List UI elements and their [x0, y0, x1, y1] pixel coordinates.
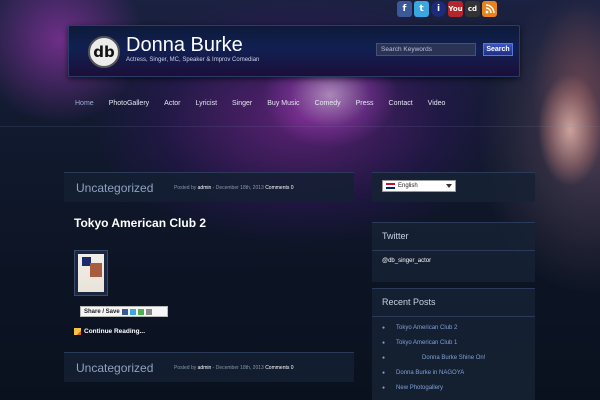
- post-thumbnail-image: [78, 254, 104, 292]
- twitter-handle[interactable]: @db_singer_actor: [382, 258, 431, 264]
- post-author[interactable]: admin: [198, 365, 212, 371]
- byline-prefix: Posted by: [174, 185, 198, 191]
- post-byline: Posted by admin - December 18th, 2013 Co…: [174, 365, 294, 371]
- youtube-icon[interactable]: You: [448, 1, 463, 17]
- twitter-icon[interactable]: t: [414, 1, 429, 17]
- site-header: db Donna Burke Actress, Singer, MC, Spea…: [68, 25, 520, 77]
- bullet-icon: ●: [382, 325, 386, 331]
- list-item[interactable]: ● Tokyo American Club 1: [382, 336, 485, 351]
- bullet-icon: ●: [382, 355, 386, 361]
- list-item[interactable]: ● New Photogallery: [382, 381, 485, 396]
- widget-title: Twitter: [382, 231, 409, 241]
- byline-prefix: Posted by: [174, 365, 198, 371]
- post-category[interactable]: Uncategorized: [76, 361, 153, 375]
- list-item[interactable]: ● Donna Burke in NAGOYA: [382, 366, 485, 381]
- nav-item-singer[interactable]: Singer: [232, 100, 252, 107]
- post-author[interactable]: admin: [198, 185, 212, 191]
- nav-item-lyricist[interactable]: Lyricist: [196, 100, 218, 107]
- share-twitter-icon: [129, 308, 136, 315]
- post-thumbnail[interactable]: [74, 250, 108, 296]
- recent-posts-list: ● Tokyo American Club 2 ● Tokyo American C…: [382, 321, 485, 396]
- facebook-icon[interactable]: f: [397, 1, 412, 17]
- language-widget: English: [372, 172, 535, 202]
- cdbaby-icon[interactable]: cd: [465, 1, 480, 17]
- site-title[interactable]: Donna Burke: [126, 34, 243, 57]
- site-tagline: Actress, Singer, MC, Speaker & Improv Co…: [126, 57, 260, 63]
- widget-title: Recent Posts: [382, 297, 436, 307]
- post-comments[interactable]: Comments 0: [265, 185, 293, 191]
- search-input[interactable]: [376, 43, 476, 56]
- nav-item-home[interactable]: Home: [75, 100, 94, 107]
- language-value: English: [398, 183, 418, 189]
- post-date: - December 18th, 2013: [211, 365, 266, 371]
- chevron-down-icon: [446, 184, 452, 188]
- uk-flag-icon: [386, 183, 395, 189]
- share-plus-icon: [145, 308, 152, 315]
- post-meta-bar: Uncategorized Posted by admin - December…: [64, 172, 354, 202]
- search-button[interactable]: Search: [483, 43, 513, 56]
- language-select[interactable]: English: [382, 180, 456, 192]
- site-logo[interactable]: db: [88, 36, 120, 68]
- list-item[interactable]: ● Donna Burke Shine On!: [382, 351, 485, 366]
- nav-item-actor[interactable]: Actor: [164, 100, 180, 107]
- social-icons: f t i You cd: [397, 1, 497, 17]
- recent-post-link[interactable]: Donna Burke Shine On!: [396, 351, 485, 366]
- nav-item-comedy[interactable]: Comedy: [315, 100, 341, 107]
- post-category[interactable]: Uncategorized: [76, 181, 153, 195]
- recent-post-link[interactable]: Tokyo American Club 1: [396, 336, 457, 351]
- list-item[interactable]: ● Tokyo American Club 2: [382, 321, 485, 336]
- post-byline: Posted by admin - December 18th, 2013 Co…: [174, 185, 294, 191]
- recent-post-link[interactable]: New Photogallery: [396, 381, 443, 396]
- recent-post-link[interactable]: Donna Burke in NAGOYA: [396, 366, 464, 381]
- recent-posts-widget: Recent Posts ● Tokyo American Club 2 ● Tok…: [372, 288, 535, 400]
- twitter-widget: Twitter @db_singer_actor: [372, 222, 535, 282]
- rss-icon[interactable]: [482, 1, 497, 17]
- nav-item-video[interactable]: Video: [428, 100, 446, 107]
- itunes-icon[interactable]: i: [431, 1, 446, 17]
- recent-post-link[interactable]: Tokyo American Club 2: [396, 321, 457, 336]
- continue-label: Continue Reading...: [84, 328, 146, 335]
- nav-item-buy-music[interactable]: Buy Music: [267, 100, 299, 107]
- share-save-button[interactable]: Share / Save: [80, 306, 168, 317]
- bullet-icon: ●: [382, 385, 386, 391]
- post-meta-bar: Uncategorized Posted by admin - December…: [64, 352, 354, 382]
- bullet-icon: ●: [382, 340, 386, 346]
- nav-item-press[interactable]: Press: [356, 100, 374, 107]
- post-title[interactable]: Tokyo American Club 2: [74, 216, 206, 230]
- post-comments[interactable]: Comments 0: [265, 365, 293, 371]
- share-more-icon: [137, 308, 144, 315]
- widget-divider: [372, 316, 535, 317]
- nav-item-contact[interactable]: Contact: [389, 100, 413, 107]
- main-nav: Home PhotoGallery Actor Lyricist Singer …: [75, 100, 460, 107]
- share-label: Share / Save: [84, 308, 120, 315]
- post-date: - December 18th, 2013: [211, 185, 266, 191]
- nav-divider: [0, 126, 600, 127]
- pencil-icon: [74, 328, 81, 335]
- share-facebook-icon: [121, 308, 128, 315]
- continue-reading-link[interactable]: Continue Reading...: [74, 328, 145, 335]
- nav-item-photogallery[interactable]: PhotoGallery: [109, 100, 149, 107]
- bullet-icon: ●: [382, 370, 386, 376]
- widget-divider: [372, 250, 535, 251]
